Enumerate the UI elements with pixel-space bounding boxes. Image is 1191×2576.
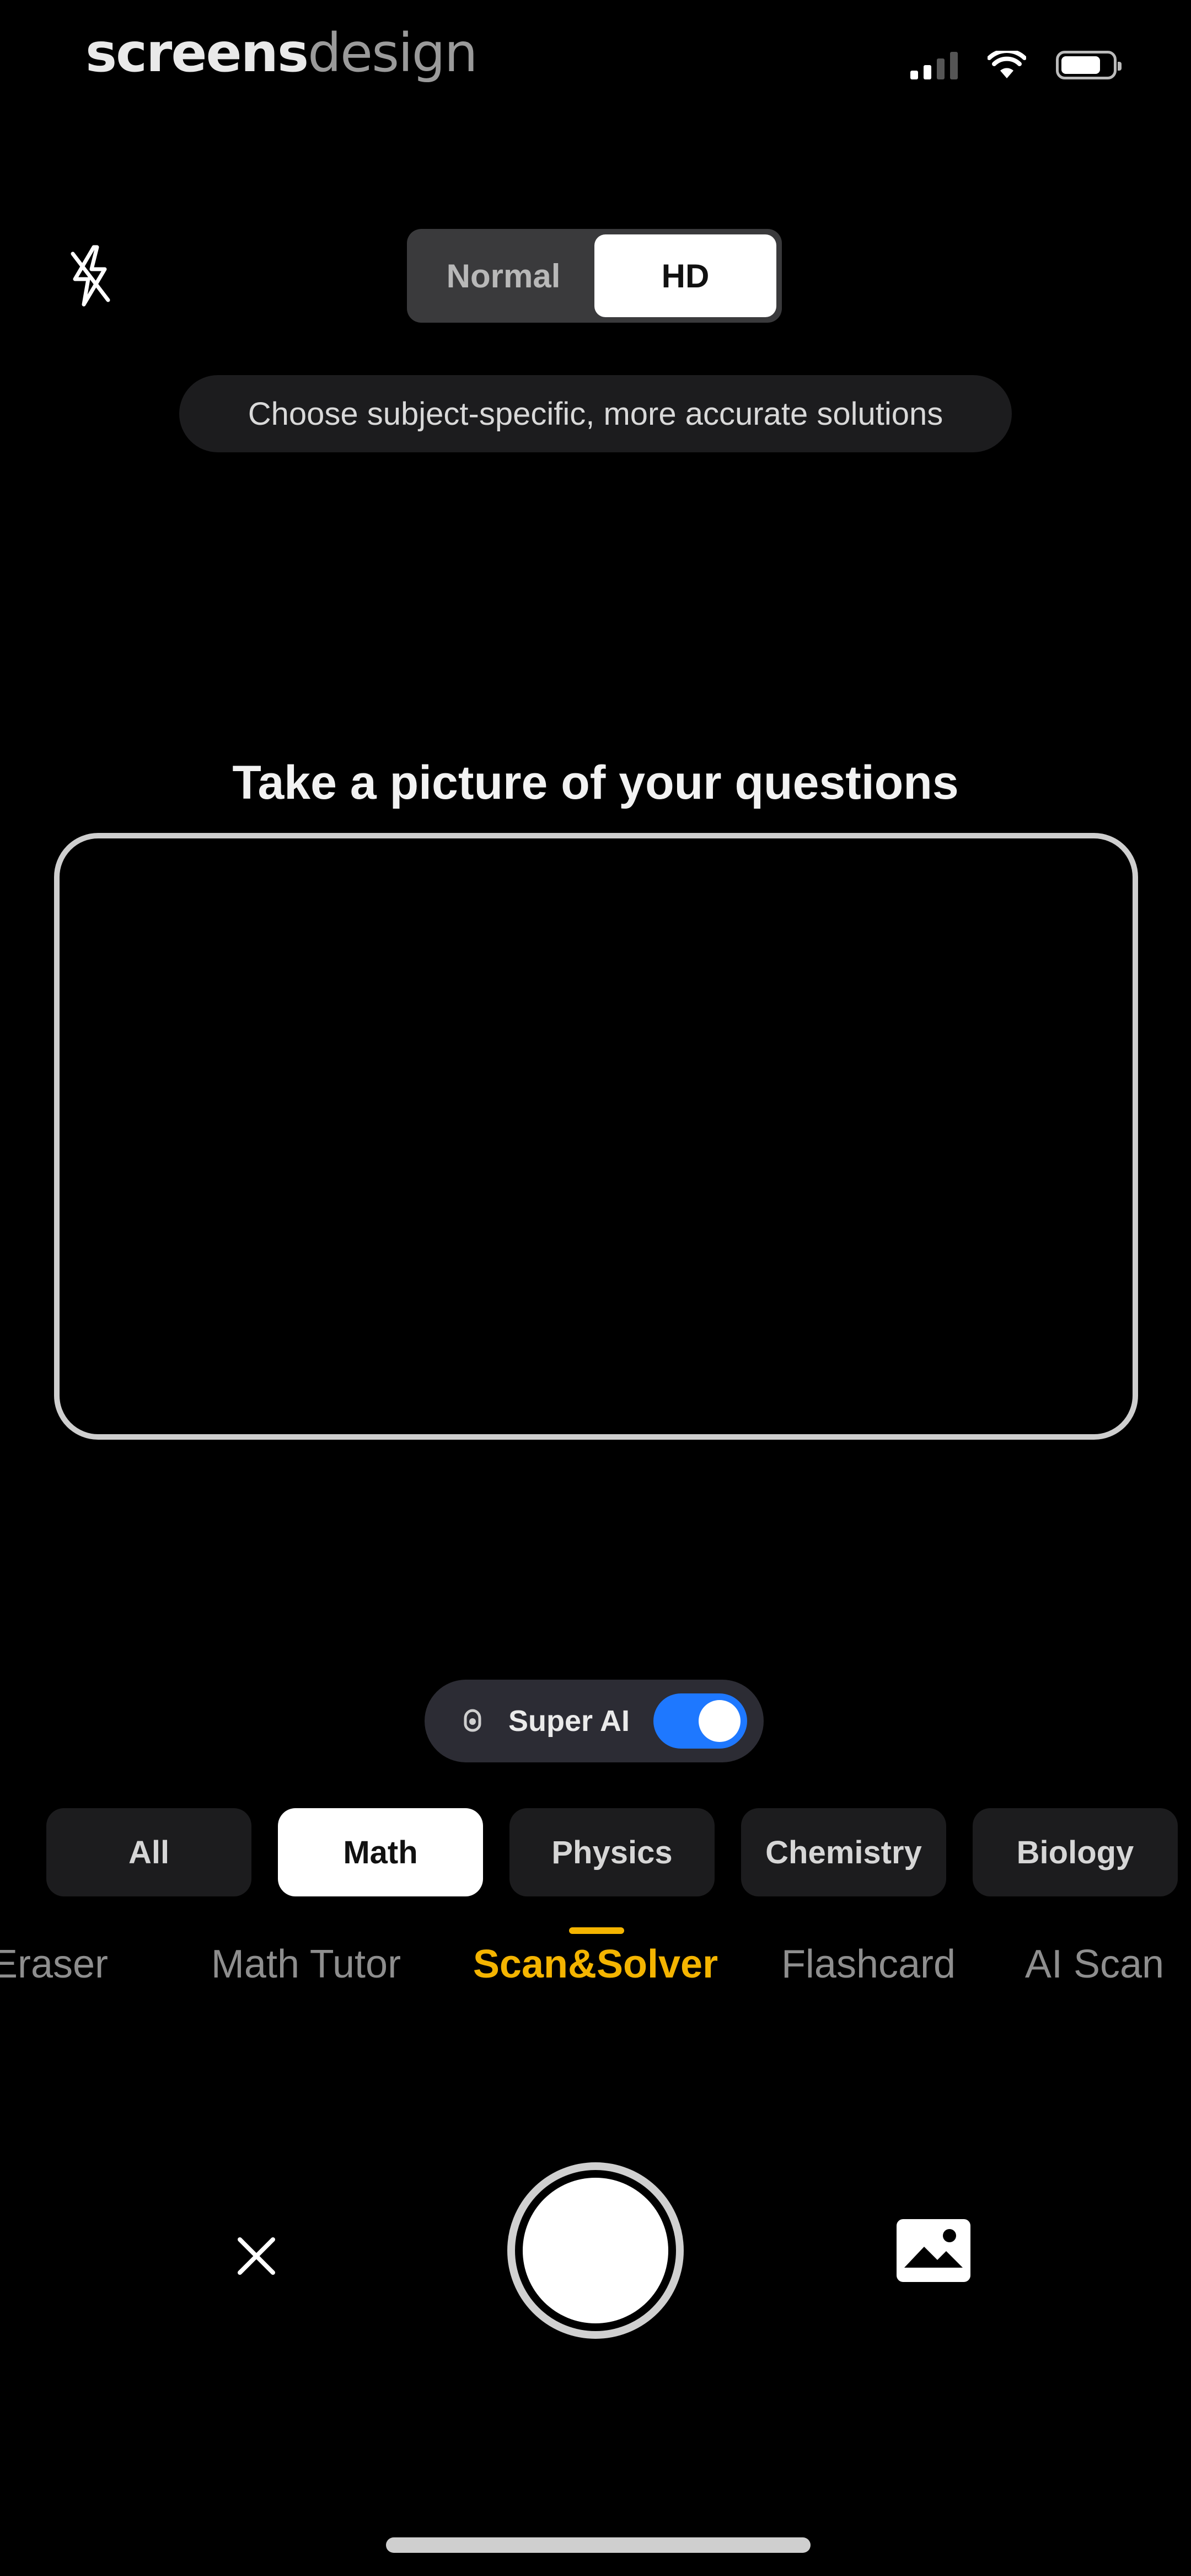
shutter-button[interactable] (507, 2162, 684, 2339)
status-icons (910, 51, 1122, 79)
subject-chip-math[interactable]: Math (278, 1808, 483, 1896)
subject-chip-chemistry[interactable]: Chemistry (741, 1808, 946, 1896)
mode-tab-eraser[interactable]: t Eraser (0, 1942, 108, 1987)
close-icon (238, 2237, 275, 2275)
quality-option-normal[interactable]: Normal (412, 234, 594, 317)
ai-sparkle-icon (464, 1709, 481, 1732)
super-ai-toggle[interactable] (653, 1693, 747, 1749)
super-ai-pill: Super AI (425, 1680, 764, 1762)
cellular-signal-icon (910, 51, 958, 79)
shutter-inner (523, 2178, 668, 2323)
scan-frame (54, 833, 1138, 1440)
subject-chip-physics[interactable]: Physics (509, 1808, 715, 1896)
quality-option-hd[interactable]: HD (594, 234, 776, 317)
subject-chip-biology[interactable]: Biology (973, 1808, 1178, 1896)
mode-selected-indicator (569, 1927, 624, 1934)
mode-tab-flashcard[interactable]: Flashcard (781, 1942, 956, 1987)
close-button[interactable] (223, 2223, 289, 2289)
flash-off-icon[interactable] (65, 243, 115, 309)
subject-hint-banner[interactable]: Choose subject-specific, more accurate s… (179, 375, 1012, 452)
home-indicator (386, 2537, 811, 2553)
subject-chip-all[interactable]: All (46, 1808, 251, 1896)
gallery-icon[interactable] (892, 2215, 975, 2286)
mode-tabs: t Eraser Math Tutor Scan&Solver Flashcar… (0, 1942, 1191, 2008)
mode-tab-ai-scan[interactable]: AI Scan (1025, 1942, 1164, 1987)
toggle-knob (699, 1700, 741, 1742)
mode-tab-math-tutor[interactable]: Math Tutor (211, 1942, 401, 1987)
mode-tab-scan-solver[interactable]: Scan&Solver (473, 1942, 718, 1987)
super-ai-label: Super AI (508, 1704, 630, 1738)
screensdesign-watermark: screensdesign (85, 22, 478, 84)
battery-icon (1056, 51, 1122, 79)
watermark-light: design (308, 22, 478, 84)
wifi-icon (988, 51, 1026, 78)
watermark-bold: screens (85, 22, 309, 84)
subject-chips: All Math Physics Chemistry Biology (46, 1808, 1191, 1896)
capture-title: Take a picture of your questions (232, 756, 959, 809)
quality-segmented-control: Normal HD (407, 229, 782, 323)
